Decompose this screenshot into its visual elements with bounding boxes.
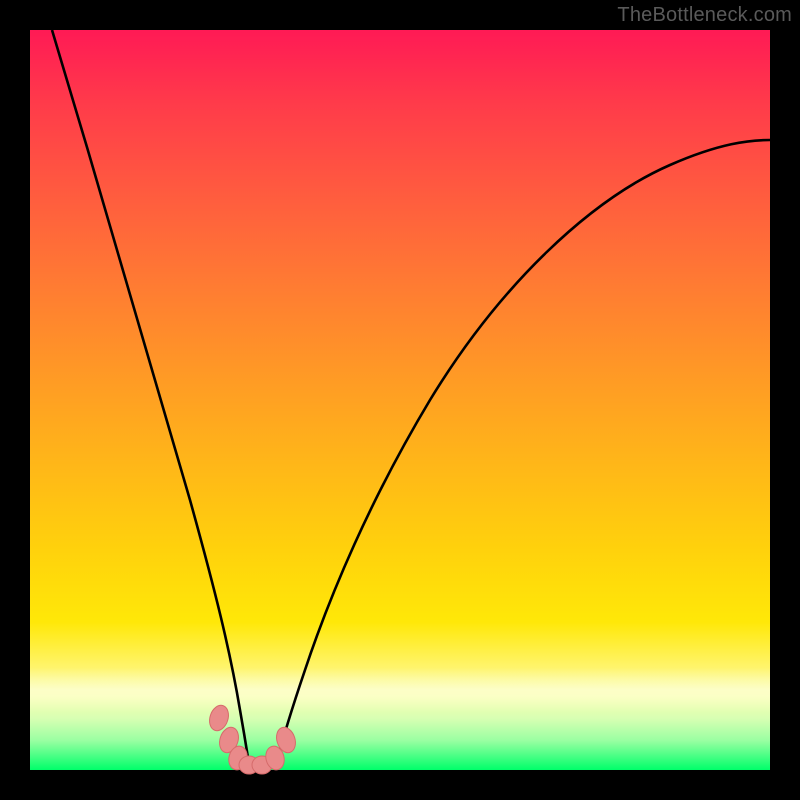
marker-group [206, 703, 298, 774]
chart-frame: TheBottleneck.com [0, 0, 800, 800]
watermark-text: TheBottleneck.com [617, 4, 792, 27]
curve-right [275, 140, 770, 770]
chart-svg [30, 30, 770, 770]
curve-left [52, 30, 250, 770]
